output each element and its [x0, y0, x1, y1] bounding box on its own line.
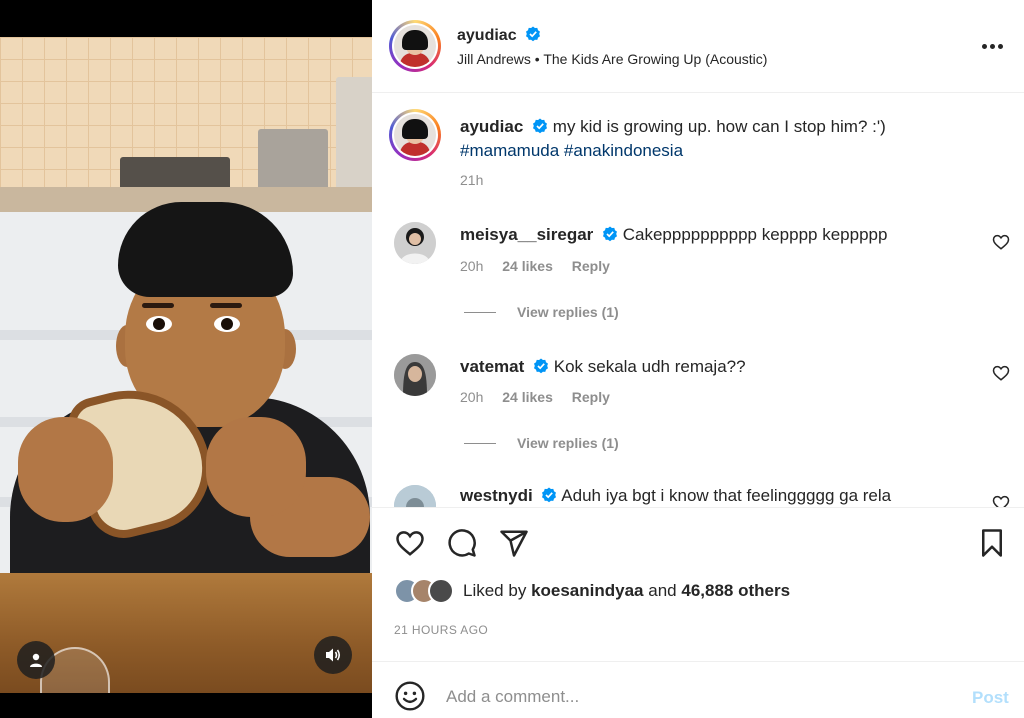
caption: ayudiac my kid is growing up. how can I …: [460, 115, 980, 163]
video-frame[interactable]: [0, 37, 372, 693]
kid-eye: [214, 316, 240, 332]
view-replies-button[interactable]: View replies (1): [464, 435, 619, 451]
comment-like-icon[interactable]: [992, 233, 1010, 251]
likes-prefix: Liked by: [463, 581, 527, 600]
liked-by-avatar[interactable]: [428, 578, 454, 604]
view-replies-button[interactable]: View replies (1): [464, 304, 619, 320]
comment-avatar[interactable]: [394, 354, 436, 396]
verified-icon: [533, 118, 548, 134]
comment-input[interactable]: [446, 684, 926, 710]
reply-button[interactable]: Reply: [572, 389, 610, 405]
verified-icon: [603, 226, 618, 242]
comment-likes[interactable]: 24 likes: [502, 389, 553, 405]
comment-icon: [448, 529, 476, 557]
post-details-panel: ayudiac Jill Andrews • The Kids Are Grow…: [372, 0, 1024, 718]
caption-hashtags[interactable]: #mamamuda #anakindonesia: [460, 141, 683, 160]
likes-count-link[interactable]: 46,888 others: [681, 581, 790, 600]
liked-by-username[interactable]: koesanindyaa: [531, 581, 643, 600]
comment-avatar[interactable]: [394, 222, 436, 264]
post-header: ayudiac Jill Andrews • The Kids Are Grow…: [372, 0, 1024, 93]
add-comment-bar: Post: [372, 661, 1024, 718]
comment-row: meisya__siregar Cakepppppppppp kepppp ke…: [460, 223, 887, 247]
post-media[interactable]: [0, 0, 372, 718]
comment-text: Aduh iya bgt i know that feelinggggg ga …: [561, 486, 892, 505]
like-button[interactable]: [393, 526, 427, 560]
share-icon: [500, 530, 528, 557]
reply-button[interactable]: Reply: [572, 258, 610, 274]
comment-username[interactable]: vatemat: [460, 357, 524, 376]
author-name-row: ayudiac: [457, 26, 541, 45]
comment-username[interactable]: westnydi: [460, 486, 533, 505]
comment-like-icon[interactable]: [992, 364, 1010, 382]
comment-like-icon[interactable]: [992, 494, 1010, 507]
post-comment-button[interactable]: Post: [972, 688, 1009, 708]
comment-row: westnydi Aduh iya bgt i know that feelin…: [460, 484, 891, 507]
kid-eyebrow: [210, 303, 242, 308]
mute-toggle-button[interactable]: [314, 636, 352, 674]
more-options-button[interactable]: [977, 34, 1007, 58]
comment-text: Cakepppppppppp kepppp keppppp: [622, 225, 888, 244]
comment-meta: 20h 24 likes Reply: [460, 389, 610, 405]
caption-time[interactable]: 21h: [460, 172, 483, 188]
user-tag-icon: [30, 653, 42, 667]
volume-icon: [326, 648, 341, 662]
author-username[interactable]: ayudiac: [457, 27, 517, 44]
media-letterbox-bottom: [0, 693, 372, 718]
likes-text: Liked by koesanindyaa and 46,888 others: [463, 581, 790, 601]
verified-icon: [534, 358, 548, 374]
comment-button[interactable]: [445, 526, 479, 560]
user-tags-button[interactable]: [17, 641, 55, 679]
comment-avatar[interactable]: [394, 485, 436, 507]
caption-author-avatar[interactable]: [389, 109, 441, 161]
bookmark-icon: [982, 529, 1002, 557]
post-timestamp[interactable]: 21 HOURS AGO: [394, 623, 488, 637]
likes-summary: Liked by koesanindyaa and 46,888 others: [394, 578, 790, 604]
comment-time[interactable]: 20h: [460, 389, 483, 405]
save-button[interactable]: [975, 526, 1009, 560]
comments-list[interactable]: ayudiac my kid is growing up. how can I …: [372, 94, 1024, 507]
comment-likes[interactable]: 24 likes: [502, 258, 553, 274]
kid-hand: [206, 417, 306, 517]
audio-attribution-link[interactable]: Jill Andrews • The Kids Are Growing Up (…: [457, 51, 767, 67]
kid-eyebrow: [142, 303, 174, 308]
comment-meta: 20h 24 likes Reply: [460, 258, 610, 274]
verified-icon: [542, 487, 557, 503]
likes-and: and: [648, 581, 677, 600]
comment-time[interactable]: 20h: [460, 258, 483, 274]
comment-row: vatemat Kok sekala udh remaja??: [460, 355, 746, 379]
more-icon: [981, 43, 987, 49]
caption-text: my kid is growing up. how can I stop him…: [552, 117, 886, 136]
emoji-icon[interactable]: [394, 680, 426, 712]
share-button[interactable]: [497, 526, 531, 560]
media-letterbox-top: [0, 0, 372, 37]
heart-icon: [396, 531, 424, 556]
comment-text: Kok sekala udh remaja??: [553, 357, 746, 376]
kid-hand: [18, 417, 113, 522]
kid-eye: [146, 316, 172, 332]
comment-username[interactable]: meisya__siregar: [460, 225, 593, 244]
caption-username[interactable]: ayudiac: [460, 117, 523, 136]
author-avatar[interactable]: [389, 20, 441, 72]
verified-icon: [526, 26, 541, 42]
